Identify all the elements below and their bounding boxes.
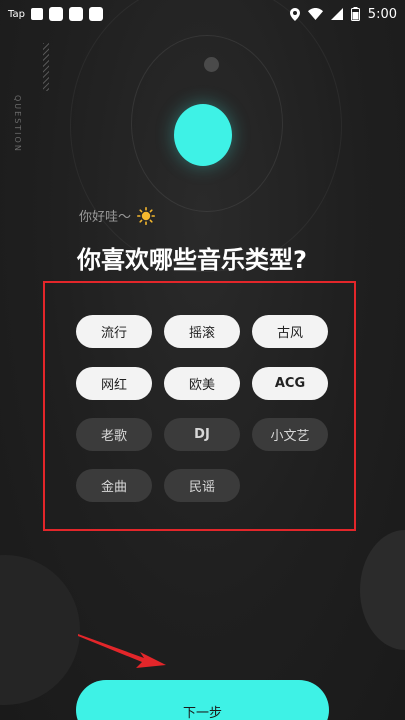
notification-icon (30, 8, 43, 20)
genre-chip-minyao[interactable]: 民谣 (164, 469, 240, 502)
sun-icon (137, 206, 156, 225)
notification-icon (48, 7, 63, 21)
decorative-blob-right (360, 530, 405, 650)
decorative-blob-left (0, 555, 80, 705)
notification-icon (68, 7, 83, 21)
status-time: 5:00 (367, 6, 397, 22)
genre-chip-acg[interactable]: ACG (252, 367, 328, 400)
genre-chip-wanghong[interactable]: 网红 (76, 367, 152, 400)
page-title: 你喜欢哪些音乐类型? (77, 246, 307, 274)
battery-icon (350, 7, 360, 21)
genre-chip-dj[interactable]: DJ (164, 418, 240, 451)
genre-options-panel: 流行 摇滚 古风 网红 欧美 ACG 老歌 DJ 小文艺 金曲 民谣 (43, 281, 356, 531)
genre-chip-xiaowenyi[interactable]: 小文艺 (252, 418, 328, 451)
question-side-label: QUESTION (13, 95, 22, 153)
genre-chip-oumei[interactable]: 欧美 (164, 367, 240, 400)
wifi-icon (307, 8, 323, 20)
planet-circle (174, 104, 232, 166)
greeting-text: 你好哇～ (79, 210, 132, 225)
genre-chip-laoge[interactable]: 老歌 (76, 418, 152, 451)
side-dash-decoration (43, 43, 49, 91)
greeting: 你好哇～ (79, 206, 156, 225)
signal-icon (330, 8, 343, 20)
notification-icon (88, 7, 103, 21)
genre-chip-gufeng[interactable]: 古风 (252, 315, 328, 348)
genre-chip-jinqu[interactable]: 金曲 (76, 469, 152, 502)
status-bar: Tap 5:00 (0, 0, 405, 28)
location-icon (289, 7, 300, 21)
moon-dot (204, 57, 219, 72)
genre-chip-yaogun[interactable]: 摇滚 (164, 315, 240, 348)
status-app-label: Tap (8, 8, 25, 20)
status-right: 5:00 (289, 6, 397, 22)
next-step-button[interactable]: 下一步 (76, 680, 329, 720)
genre-chip-liuxing[interactable]: 流行 (76, 315, 152, 348)
genre-selection-screen: QUESTION Tap 5:00 你好哇～ 你喜欢哪些音乐类型? 流行 摇滚 … (0, 0, 405, 720)
red-arrow-annotation (78, 632, 168, 676)
status-left: Tap (8, 7, 103, 21)
